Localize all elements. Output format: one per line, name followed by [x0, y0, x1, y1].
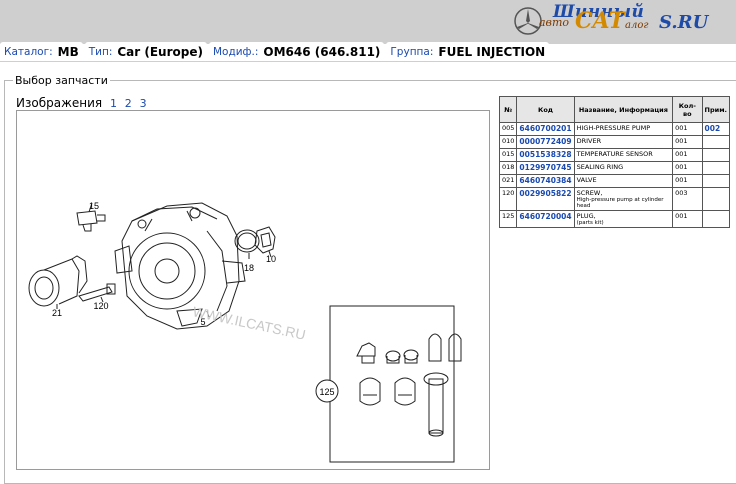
parts-diagram-drawing: 15 10 18 21 120 5 125 WWW.ILCATS.RU	[28, 201, 462, 463]
cell-qty: 001	[672, 161, 703, 175]
tab-type-label: Тип:	[88, 45, 113, 58]
table-row[interactable]: 005 6460700201 HIGH-PRESSURE PUMP 001 00…	[498, 122, 731, 136]
tab-group-value: FUEL INJECTION	[438, 44, 546, 59]
tab-group-label: Группа:	[390, 45, 434, 58]
callout-10[interactable]: 10	[266, 254, 276, 264]
part-code-link[interactable]: 0000772409	[516, 135, 575, 149]
col-header-code: Код	[516, 96, 575, 123]
table-row[interactable]: 015 0051538328 TEMPERATURE SENSOR 001	[498, 148, 731, 162]
images-pager: Изображения 1 2 3	[16, 96, 147, 110]
tab-catalog-value: MB	[57, 44, 79, 59]
cell-no: 010	[498, 135, 518, 149]
tab-catalog-label: Каталог:	[4, 45, 53, 58]
logo-text-5: S.RU	[659, 12, 709, 33]
cell-note	[701, 148, 731, 162]
table-row[interactable]: 120 0029905822 SCREW, High-pressure pump…	[498, 187, 731, 211]
cell-name: PLUG, (parts kit)	[573, 210, 674, 228]
logo-text-4: алог	[625, 20, 649, 31]
col-header-name: Название, Информация	[573, 96, 674, 123]
table-header-row: № Код Название, Информация Кол-во Прим.	[498, 96, 731, 123]
images-label: Изображения	[16, 96, 103, 110]
callout-120[interactable]: 120	[93, 301, 108, 311]
table-row[interactable]: 125 6460720004 PLUG, (parts kit) 001	[498, 210, 731, 228]
cell-name: HIGH-PRESSURE PUMP	[573, 122, 674, 136]
tab-type-value: Car (Europe)	[117, 44, 203, 59]
image-page-2-link[interactable]: 2	[125, 97, 132, 110]
top-header: Шинный авто CAT алог S.RU	[0, 0, 736, 44]
cell-name-sub: (parts kit)	[576, 220, 604, 226]
note-link[interactable]: 002	[705, 124, 721, 133]
logo-text-3: CAT	[575, 8, 625, 34]
breadcrumb-tabs: Каталог: MB Тип: Car (Europe) Модиф.: OM…	[0, 42, 551, 62]
cell-qty: 001	[672, 210, 703, 228]
cell-name-main: PLUG,	[576, 212, 596, 220]
part-code-link[interactable]: 0129970745	[516, 161, 575, 175]
col-header-no: №	[498, 96, 518, 123]
tab-type[interactable]: Тип: Car (Europe)	[84, 42, 207, 61]
table-row[interactable]: 018 0129970745 SEALING RING 001	[498, 161, 731, 175]
part-code-link[interactable]: 6460700201	[516, 122, 575, 136]
cell-qty: 001	[672, 148, 703, 162]
image-page-1-link[interactable]: 1	[110, 97, 117, 110]
cell-name: DRIVER	[573, 135, 674, 149]
table-row[interactable]: 021 6460740384 VALVE 001	[498, 174, 731, 188]
cell-name: TEMPERATURE SENSOR	[573, 148, 674, 162]
part-code-link[interactable]: 6460720004	[516, 210, 575, 228]
cell-note: 002	[701, 122, 731, 136]
cell-name: SCREW, High-pressure pump at cylinder he…	[573, 187, 674, 211]
cell-qty: 001	[672, 122, 703, 136]
cell-name: VALVE	[573, 174, 674, 188]
cell-name-sub: High-pressure pump at cylinder head	[576, 197, 664, 209]
cell-no: 021	[498, 174, 518, 188]
cell-qty: 003	[672, 187, 703, 211]
cell-name-main: SCREW,	[576, 189, 603, 197]
callout-18[interactable]: 18	[244, 263, 254, 273]
cell-note	[701, 135, 731, 149]
tab-modification[interactable]: Модиф.: OM646 (646.811)	[208, 42, 385, 61]
part-code-link[interactable]: 0051538328	[516, 148, 575, 162]
cell-no: 120	[498, 187, 518, 211]
cell-no: 018	[498, 161, 518, 175]
part-code-link[interactable]: 6460740384	[516, 174, 575, 188]
site-logo[interactable]: Шинный авто CAT алог S.RU	[513, 2, 728, 40]
cell-qty: 001	[672, 174, 703, 188]
cell-no: 125	[498, 210, 518, 228]
cell-no: 005	[498, 122, 518, 136]
image-page-3-link[interactable]: 3	[140, 97, 147, 110]
cell-no: 015	[498, 148, 518, 162]
tabs-divider	[0, 61, 736, 62]
callout-21[interactable]: 21	[52, 308, 62, 318]
cell-qty: 001	[672, 135, 703, 149]
part-code-link[interactable]: 0029905822	[516, 187, 575, 211]
logo-text-2: авто	[539, 16, 570, 29]
tab-catalog[interactable]: Каталог: MB	[0, 42, 83, 61]
parts-table: № Код Название, Информация Кол-во Прим. …	[498, 96, 731, 228]
tab-modification-label: Модиф.:	[212, 45, 259, 58]
parts-diagram[interactable]: 15 10 18 21 120 5 125 WWW.ILCATS.RU	[16, 110, 490, 470]
cell-name: SEALING RING	[573, 161, 674, 175]
callout-125[interactable]: 125	[319, 387, 334, 397]
panel-title: Выбор запчасти	[15, 74, 108, 87]
table-row[interactable]: 010 0000772409 DRIVER 001	[498, 135, 731, 149]
col-header-qty: Кол-во	[672, 96, 703, 123]
cell-note	[701, 210, 731, 228]
col-header-note: Прим.	[701, 96, 731, 123]
tab-group[interactable]: Группа: FUEL INJECTION	[386, 42, 550, 61]
cell-note	[701, 161, 731, 175]
cell-note	[701, 187, 731, 211]
cell-note	[701, 174, 731, 188]
callout-15[interactable]: 15	[89, 201, 99, 211]
tab-modification-value: OM646 (646.811)	[263, 44, 381, 59]
